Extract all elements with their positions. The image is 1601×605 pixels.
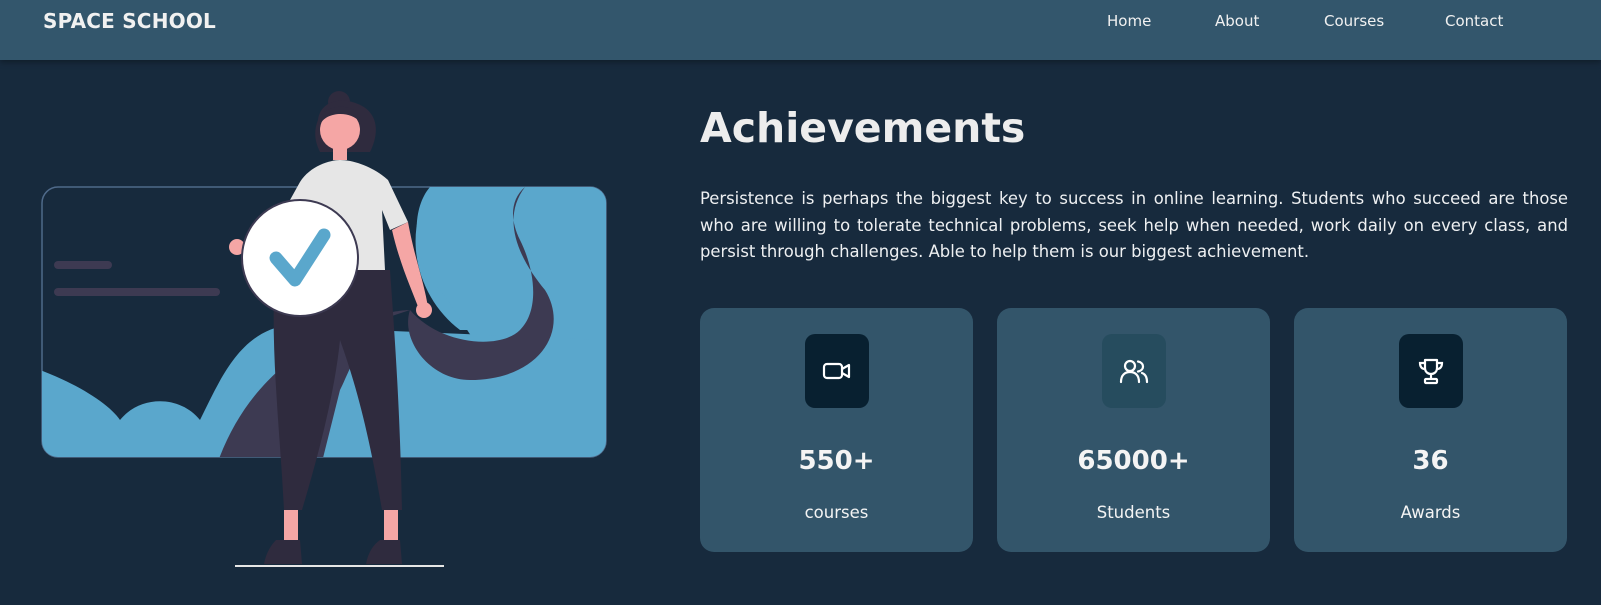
stat-label: courses (804, 503, 869, 522)
stat-value: 65000+ (1077, 446, 1190, 476)
trophy-icon (1399, 334, 1463, 408)
nav-link-home[interactable]: Home (1107, 12, 1151, 30)
stat-card-students: 65000+ Students (997, 308, 1270, 552)
nav-link-contact[interactable]: Contact (1445, 12, 1503, 30)
stat-label: Awards (1400, 503, 1461, 522)
stat-value: 550+ (798, 446, 875, 476)
users-icon (1102, 334, 1166, 408)
achievements-title: Achievements (700, 104, 1026, 152)
video-camera-icon (805, 334, 869, 408)
checkmark-badge-icon (241, 199, 359, 317)
nav-link-about[interactable]: About (1215, 12, 1259, 30)
stat-card-awards: 36 Awards (1294, 308, 1567, 552)
stat-value: 36 (1412, 446, 1449, 476)
top-navbar: SPACE SCHOOL Home About Courses Contact (0, 0, 1601, 60)
brand-logo[interactable]: SPACE SCHOOL (43, 9, 216, 33)
achievement-illustration (41, 91, 607, 567)
stat-label: Students (1096, 503, 1171, 522)
nav-link-courses[interactable]: Courses (1324, 12, 1384, 30)
stat-card-courses: 550+ courses (700, 308, 973, 552)
achievements-description: Persistence is perhaps the biggest key t… (700, 189, 1568, 261)
